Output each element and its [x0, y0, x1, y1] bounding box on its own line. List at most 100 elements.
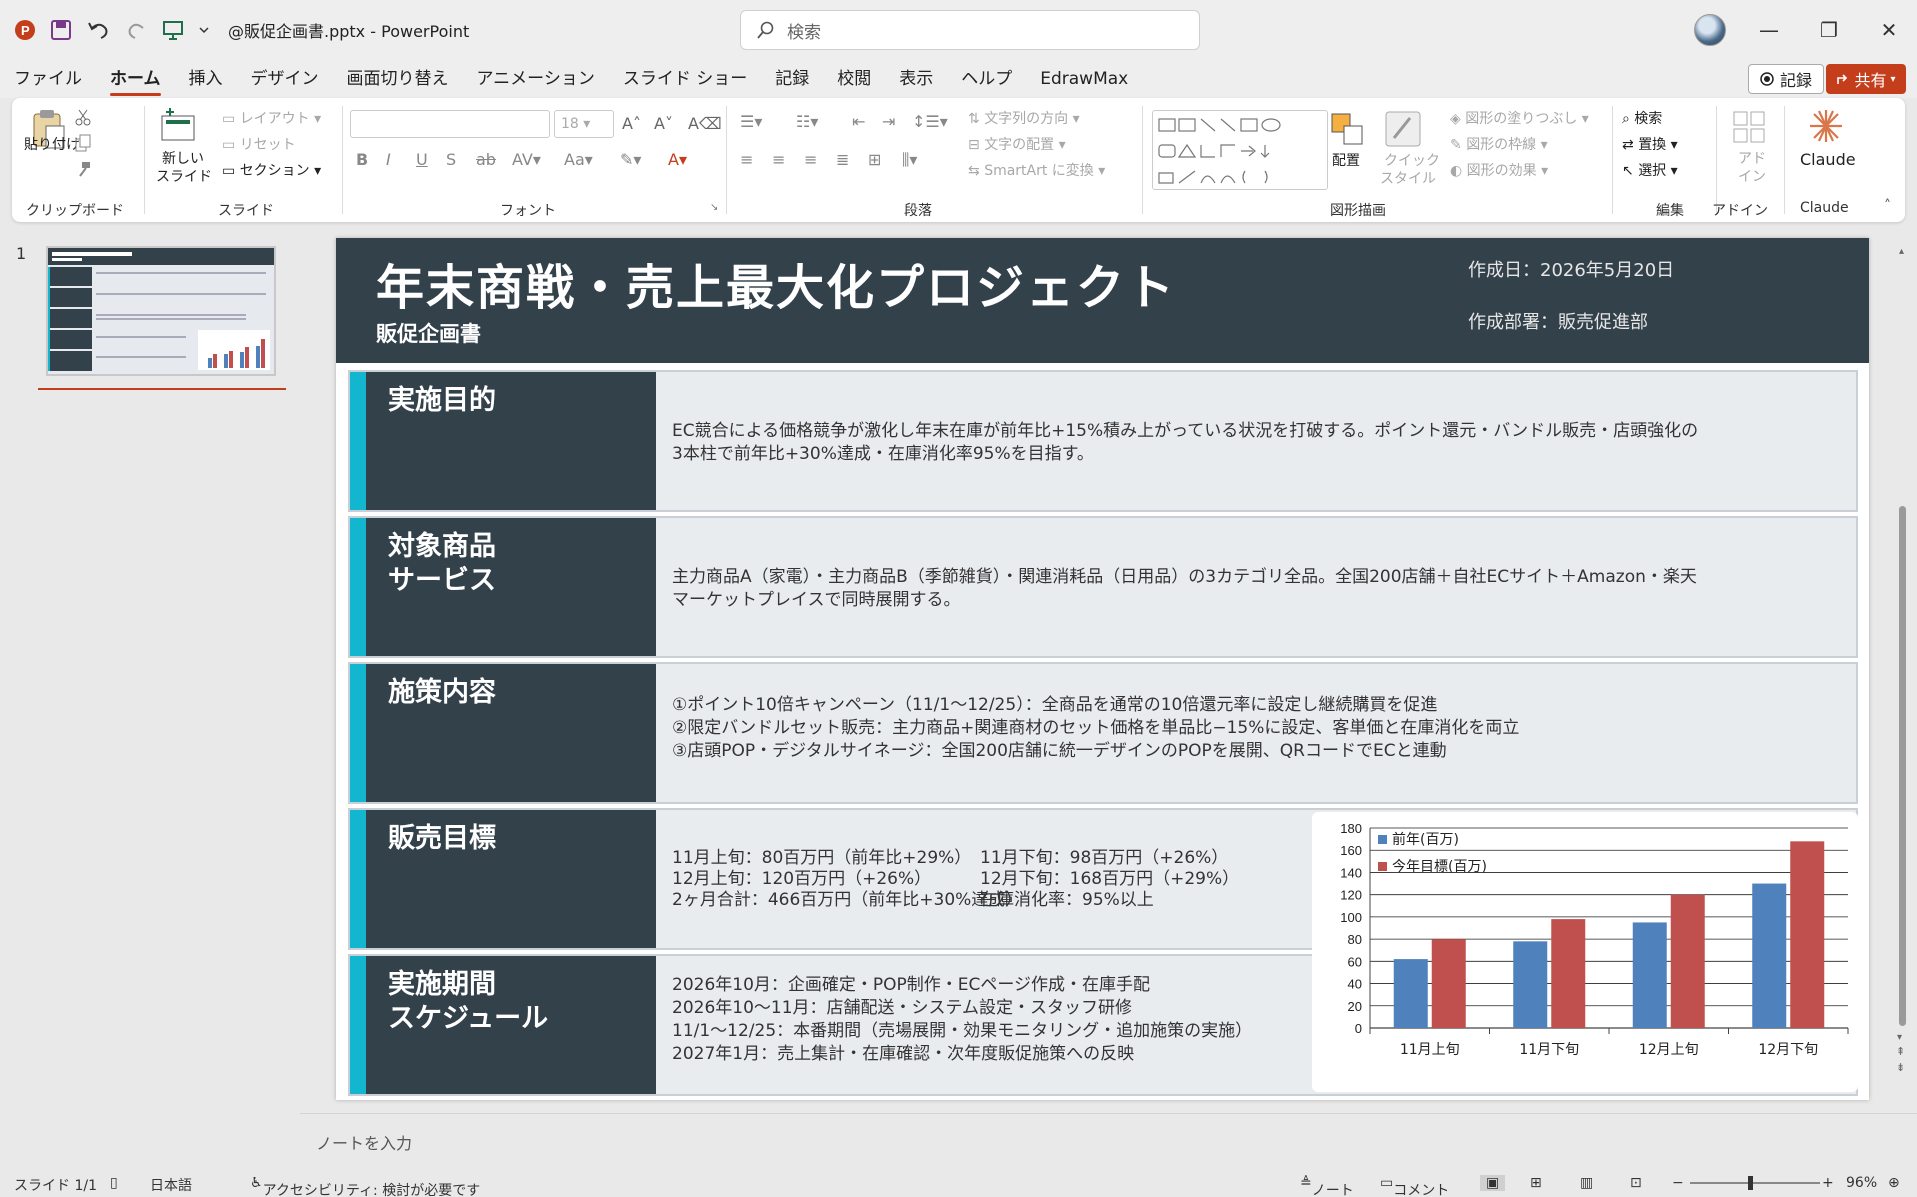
- find-button[interactable]: ⌕ 検索: [1622, 108, 1662, 128]
- bold-icon[interactable]: B: [356, 150, 368, 169]
- present-from-start-icon[interactable]: [162, 19, 184, 41]
- prev-slide-icon[interactable]: ⇞: [1896, 1046, 1905, 1057]
- justify-icon[interactable]: ≣: [836, 150, 849, 169]
- menu-tab-3[interactable]: デザイン: [251, 60, 319, 98]
- zoom-slider[interactable]: [1690, 1182, 1820, 1184]
- strikethrough-icon[interactable]: ab: [476, 150, 496, 169]
- paste-button[interactable]: 貼り付け: [24, 108, 80, 154]
- restore-button[interactable]: ❐: [1813, 14, 1845, 46]
- addins-button[interactable]: アド イン: [1732, 110, 1766, 185]
- line-spacing-icon[interactable]: ↕☰▾: [912, 112, 948, 131]
- cut-icon[interactable]: [74, 108, 92, 126]
- menu-tab-2[interactable]: 挿入: [189, 60, 223, 98]
- zoom-out-icon[interactable]: −: [1672, 1175, 1684, 1191]
- select-button[interactable]: ↖ 選択 ▾: [1622, 160, 1678, 180]
- menu-tab-9[interactable]: 表示: [899, 60, 933, 98]
- next-slide-icon[interactable]: ⇟: [1896, 1062, 1905, 1073]
- increase-indent-icon[interactable]: ⇥: [882, 112, 895, 131]
- slide-counter[interactable]: スライド 1/1: [14, 1175, 97, 1195]
- shape-outline-button[interactable]: ✎ 図形の枠線 ▾: [1450, 134, 1548, 154]
- distributed-icon[interactable]: ⊞: [868, 150, 881, 169]
- sales-chart[interactable]: 0 20 40 60 80 100 120 140 160 180 11月上旬 11月下旬 12月上旬 1…: [1312, 812, 1858, 1092]
- menu-tab-10[interactable]: ヘルプ: [961, 60, 1012, 98]
- quick-style-button[interactable]: クイック スタイル: [1380, 110, 1440, 187]
- clear-format-icon[interactable]: A⌫: [688, 114, 722, 133]
- numbering-icon[interactable]: ☷▾: [796, 112, 818, 131]
- font-color-icon[interactable]: A▾: [668, 150, 687, 169]
- share-button[interactable]: 共有 ▾: [1826, 64, 1906, 94]
- search-box[interactable]: 検索: [740, 10, 1200, 50]
- row-label-measures[interactable]: 施策内容: [366, 664, 656, 802]
- row-text-products[interactable]: 主力商品A（家電）・主力商品B（季節雑貨）・関連消耗品（日用品）の3カテゴリ全品…: [672, 566, 1697, 612]
- customize-qat-icon[interactable]: [198, 24, 210, 36]
- save-icon[interactable]: [50, 19, 72, 41]
- slide-canvas[interactable]: 年末商戦・売上最大化プロジェクト 販促企画書 作成日：2026年5月20日 作成…: [336, 238, 1869, 1100]
- copy-icon[interactable]: [74, 134, 92, 152]
- fit-to-window-icon[interactable]: ⊕: [1888, 1175, 1900, 1191]
- department[interactable]: 作成部署：販売促進部: [1468, 308, 1648, 334]
- row-label-purpose[interactable]: 実施目的: [366, 372, 656, 510]
- row-text-purpose[interactable]: EC競合による価格競争が激化し年末在庫が前年比+15%積み上がっている状況を打破…: [672, 420, 1698, 466]
- zoom-level[interactable]: 96%: [1846, 1175, 1877, 1191]
- align-right-icon[interactable]: ≡: [804, 150, 817, 169]
- avatar[interactable]: [1694, 14, 1726, 46]
- menu-tab-1[interactable]: ホーム: [110, 60, 161, 98]
- scroll-thumb[interactable]: [1899, 506, 1906, 1026]
- font-grow-icon[interactable]: A˄: [622, 114, 641, 133]
- scroll-down-icon[interactable]: ▾: [1897, 1032, 1902, 1043]
- slide-title[interactable]: 年末商戦・売上最大化プロジェクト: [376, 248, 1176, 318]
- char-spacing-icon[interactable]: AV▾: [512, 150, 541, 169]
- layout-button[interactable]: ▭ レイアウト ▾: [222, 108, 321, 128]
- menu-tab-4[interactable]: 画面切り替え: [347, 60, 449, 98]
- slideshow-icon[interactable]: ⊡: [1630, 1175, 1642, 1191]
- arrange-button[interactable]: 配置: [1330, 112, 1366, 169]
- format-painter-icon[interactable]: [74, 160, 92, 178]
- menu-tab-7[interactable]: 記録: [775, 60, 809, 98]
- record-button[interactable]: 記録: [1748, 64, 1824, 94]
- align-center-icon[interactable]: ≡: [772, 150, 785, 169]
- spellcheck-icon[interactable]: ▯: [110, 1175, 118, 1191]
- row-text-targets-col2[interactable]: 11月下旬：98百万円（+26%） 12月下旬：168百万円（+29%） 在庫消…: [980, 848, 1239, 911]
- notes-pane[interactable]: ノートを入力: [300, 1113, 1917, 1167]
- row-label-products[interactable]: 対象商品 サービス: [366, 518, 656, 656]
- new-slide-button[interactable]: 新しい スライド: [156, 106, 212, 185]
- creation-date[interactable]: 作成日：2026年5月20日: [1468, 256, 1674, 282]
- shapes-gallery[interactable]: [1152, 110, 1328, 190]
- row-text-schedule[interactable]: 2026年10月：企画確定・POP制作・ECページ作成・在庫手配 2026年10…: [672, 974, 1252, 1066]
- accessibility-status[interactable]: ♿ アクセシビリティ: 検討が必要です: [250, 1175, 480, 1197]
- comments-toggle[interactable]: ▭ コメント: [1380, 1175, 1449, 1197]
- row-text-measures[interactable]: ①ポイント10倍キャンペーン（11/1〜12/25）：全商品を通常の10倍還元率…: [672, 694, 1519, 763]
- notes-toggle[interactable]: ≜ ノート: [1300, 1175, 1354, 1197]
- menu-tab-5[interactable]: アニメーション: [477, 60, 595, 98]
- menu-tab-8[interactable]: 校閲: [837, 60, 871, 98]
- highlight-icon[interactable]: ✎▾: [620, 150, 641, 169]
- menu-tab-6[interactable]: スライド ショー: [623, 60, 747, 98]
- menu-tab-11[interactable]: EdrawMax: [1040, 60, 1128, 98]
- shape-effects-button[interactable]: ◐ 図形の効果 ▾: [1450, 160, 1548, 180]
- vertical-scrollbar[interactable]: ▴ ▾ ⇞ ⇟: [1896, 236, 1910, 1076]
- shadow-icon[interactable]: S: [446, 150, 456, 169]
- font-shrink-icon[interactable]: A˅: [654, 114, 673, 133]
- slide-sorter-icon[interactable]: ⊞: [1530, 1175, 1542, 1191]
- slide-subtitle[interactable]: 販促企画書: [376, 318, 481, 348]
- zoom-thumb[interactable]: [1748, 1176, 1753, 1190]
- smartart-button[interactable]: ⇆ SmartArt に変換 ▾: [968, 160, 1105, 180]
- slide-thumbnail[interactable]: [46, 246, 276, 376]
- shape-fill-button[interactable]: ◈ 図形の塗りつぶし ▾: [1450, 108, 1589, 128]
- text-direction-button[interactable]: ⇅ 文字列の方向 ▾: [968, 108, 1080, 128]
- close-button[interactable]: ✕: [1873, 14, 1905, 46]
- reset-button[interactable]: ▭ リセット: [222, 134, 296, 154]
- normal-view-icon[interactable]: ▣: [1480, 1175, 1506, 1191]
- claude-button[interactable]: Claude: [1798, 108, 1856, 169]
- collapse-ribbon-icon[interactable]: ˄: [1884, 198, 1891, 214]
- row-label-targets[interactable]: 販売目標: [366, 810, 656, 948]
- align-text-button[interactable]: ⊟ 文字の配置 ▾: [968, 134, 1066, 154]
- dialog-launcher-icon[interactable]: ↘: [710, 202, 718, 213]
- undo-icon[interactable]: [86, 19, 112, 41]
- font-name-dropdown[interactable]: [350, 110, 550, 138]
- font-size-dropdown[interactable]: 18 ▾: [554, 110, 614, 138]
- italic-icon[interactable]: I: [386, 150, 391, 169]
- minimize-button[interactable]: —: [1753, 14, 1785, 46]
- bullets-icon[interactable]: ☰▾: [740, 112, 762, 131]
- section-button[interactable]: ▭ セクション ▾: [222, 160, 321, 180]
